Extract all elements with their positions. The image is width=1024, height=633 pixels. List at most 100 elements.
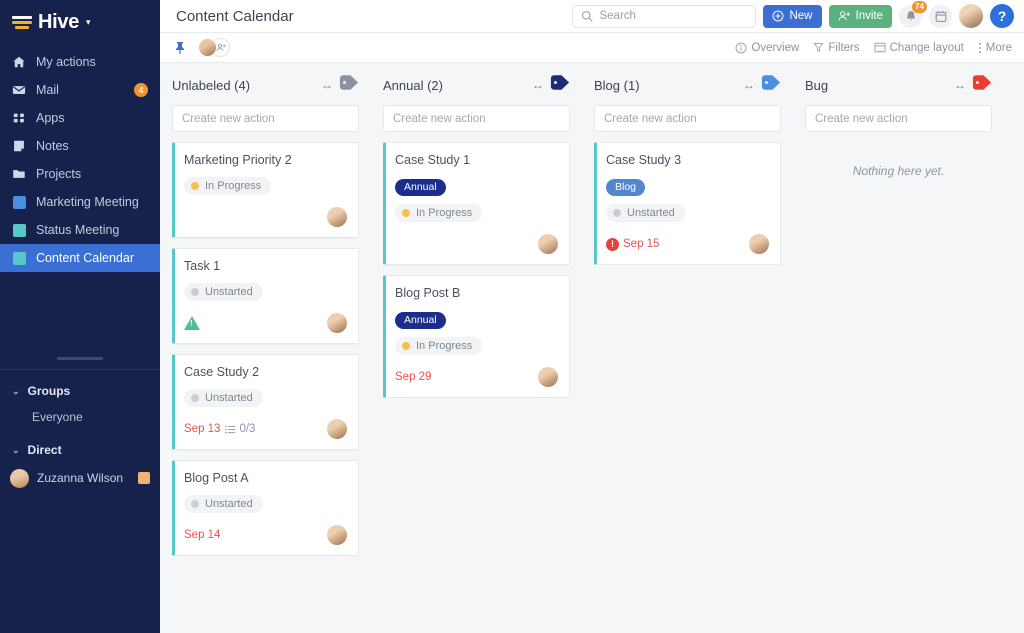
chevron-down-icon[interactable]: ▾	[86, 17, 91, 28]
help-button[interactable]: ?	[990, 4, 1014, 28]
task-card[interactable]: Blog Post A Unstarted Sep 14	[172, 460, 359, 556]
due-date-label: Sep 14	[184, 529, 221, 541]
due-date-label: Sep 13	[184, 423, 221, 435]
avatar[interactable]	[327, 313, 347, 333]
more-button[interactable]: More	[978, 42, 1012, 54]
sidebar-item-apps[interactable]: Apps	[0, 104, 160, 132]
avatar[interactable]	[959, 4, 983, 28]
layout-icon	[874, 42, 886, 53]
task-card-footer: Sep 29	[395, 366, 558, 388]
sidebar-nav: My actions Mail 4 Apps Notes Projects Marketin…	[0, 48, 160, 272]
new-button-label: New	[789, 10, 813, 22]
sidebar-item-my-actions[interactable]: My actions	[0, 48, 160, 76]
sidebar-section-direct[interactable]: ⌄ Direct	[0, 437, 160, 463]
avatar[interactable]	[749, 234, 769, 254]
resize-horizontal-icon[interactable]: ↔	[532, 78, 544, 92]
sidebar-item-label: Marketing Meeting	[36, 195, 139, 209]
task-card-title: Blog Post A	[184, 471, 249, 485]
label-tag-icon[interactable]	[339, 74, 359, 96]
task-card[interactable]: Case Study 1 Annual In Progress	[383, 142, 570, 265]
note-icon[interactable]	[138, 472, 150, 484]
task-label-pill[interactable]: Blog	[606, 179, 646, 196]
sidebar-item-zuzanna-wilson[interactable]: Zuzanna Wilson	[0, 463, 160, 493]
task-card[interactable]: Case Study 2 Unstarted Sep 13 0/3	[172, 354, 359, 450]
avatar[interactable]	[327, 419, 347, 439]
status-badge[interactable]: Unstarted	[184, 495, 263, 513]
page-title: Content Calendar	[176, 7, 294, 25]
app-root: Hive ▾ My actions Mail 4 Apps Notes Projects M…	[0, 0, 1024, 633]
sidebar-item-notes[interactable]: Notes	[0, 132, 160, 160]
create-new-action-input[interactable]: Create new action	[172, 105, 359, 132]
filter-icon	[814, 43, 824, 52]
plus-circle-icon	[773, 10, 784, 22]
avatar[interactable]	[327, 207, 347, 227]
sidebar-item-label: Content Calendar	[36, 251, 134, 265]
filters-button[interactable]: Filters	[813, 42, 860, 54]
column-cards: Nothing here yet.	[805, 142, 992, 178]
status-dot-icon	[191, 182, 199, 190]
calendar-button[interactable]	[929, 4, 952, 28]
task-label-pill[interactable]: Annual	[395, 179, 446, 196]
project-square-icon	[12, 223, 26, 237]
column-header: Blog (1) ↔	[594, 71, 781, 99]
due-date-label: Sep 29	[395, 371, 432, 383]
resize-horizontal-icon[interactable]: ↔	[954, 78, 966, 92]
brand[interactable]: Hive ▾	[0, 0, 160, 44]
invite-button[interactable]: Invite	[828, 4, 892, 28]
sidebar-item-projects[interactable]: Projects	[0, 160, 160, 188]
sidebar-item-everyone[interactable]: Everyone	[0, 404, 160, 429]
create-new-action-input[interactable]: Create new action	[805, 105, 992, 132]
search-placeholder: Search	[599, 10, 636, 22]
change-layout-button[interactable]: Change layout	[874, 42, 964, 54]
pin-icon[interactable]	[174, 41, 186, 55]
task-card[interactable]: Task 1 Unstarted!	[172, 248, 359, 344]
status-label: Unstarted	[205, 498, 253, 510]
calendar-icon	[935, 10, 946, 22]
status-label: In Progress	[205, 180, 262, 192]
sidebar-item-content-calendar[interactable]: Content Calendar	[0, 244, 160, 272]
notifications-button[interactable]: 74	[899, 0, 927, 28]
resize-horizontal-icon[interactable]: ↔	[743, 78, 755, 92]
sidebar-lower: ⌄ Groups Everyone ⌄ Direct Zuzanna Wilso…	[0, 357, 160, 633]
task-card[interactable]: Marketing Priority 2 In Progress	[172, 142, 359, 238]
status-badge[interactable]: Unstarted	[606, 204, 685, 222]
status-badge[interactable]: In Progress	[395, 204, 483, 222]
member-avatar[interactable]	[198, 38, 217, 57]
label-tag-icon[interactable]	[972, 74, 992, 96]
task-label-pill[interactable]: Annual	[395, 312, 446, 329]
label-tag-icon[interactable]	[550, 74, 570, 96]
status-badge[interactable]: In Progress	[395, 337, 483, 355]
top-bar: Content Calendar Search New Invite 74 ?	[160, 0, 1024, 33]
avatar[interactable]	[327, 525, 347, 545]
subtask-label: 0/3	[239, 423, 256, 435]
sidebar-drag-handle[interactable]	[57, 357, 103, 360]
avatar[interactable]	[538, 367, 558, 387]
sidebar-item-mail[interactable]: Mail 4	[0, 76, 160, 104]
status-badge[interactable]: In Progress	[184, 177, 272, 195]
sidebar-item-marketing-meeting[interactable]: Marketing Meeting	[0, 188, 160, 216]
new-button[interactable]: New	[763, 4, 822, 28]
status-dot-icon	[191, 500, 199, 508]
resize-horizontal-icon[interactable]: ↔	[321, 78, 333, 92]
status-badge[interactable]: Unstarted	[184, 389, 263, 407]
hive-logo-icon	[12, 15, 32, 29]
more-label: More	[985, 41, 1012, 54]
label-tag-icon[interactable]	[761, 74, 781, 96]
avatar[interactable]	[538, 234, 558, 254]
sub-toolbar: Overview Filters Change layout More	[160, 33, 1024, 63]
task-card-footer: Sep 13 0/3	[184, 418, 347, 440]
task-card-title: Case Study 2	[184, 365, 260, 379]
status-badge[interactable]: Unstarted	[184, 283, 263, 301]
sidebar-item-status-meeting[interactable]: Status Meeting	[0, 216, 160, 244]
sidebar-section-groups[interactable]: ⌄ Groups	[0, 378, 160, 404]
create-new-action-input[interactable]: Create new action	[383, 105, 570, 132]
kebab-menu-icon	[978, 42, 981, 53]
task-card-title: Case Study 3	[606, 153, 682, 167]
chevron-down-icon: ⌄	[12, 444, 20, 455]
search-input[interactable]: Search	[572, 4, 757, 28]
create-new-action-input[interactable]: Create new action	[594, 105, 781, 132]
overview-button[interactable]: Overview	[735, 42, 799, 54]
task-card[interactable]: Case Study 3 Blog Unstarted! Sep 15	[594, 142, 781, 265]
task-card[interactable]: Blog Post B Annual In Progress Sep 29	[383, 275, 570, 398]
